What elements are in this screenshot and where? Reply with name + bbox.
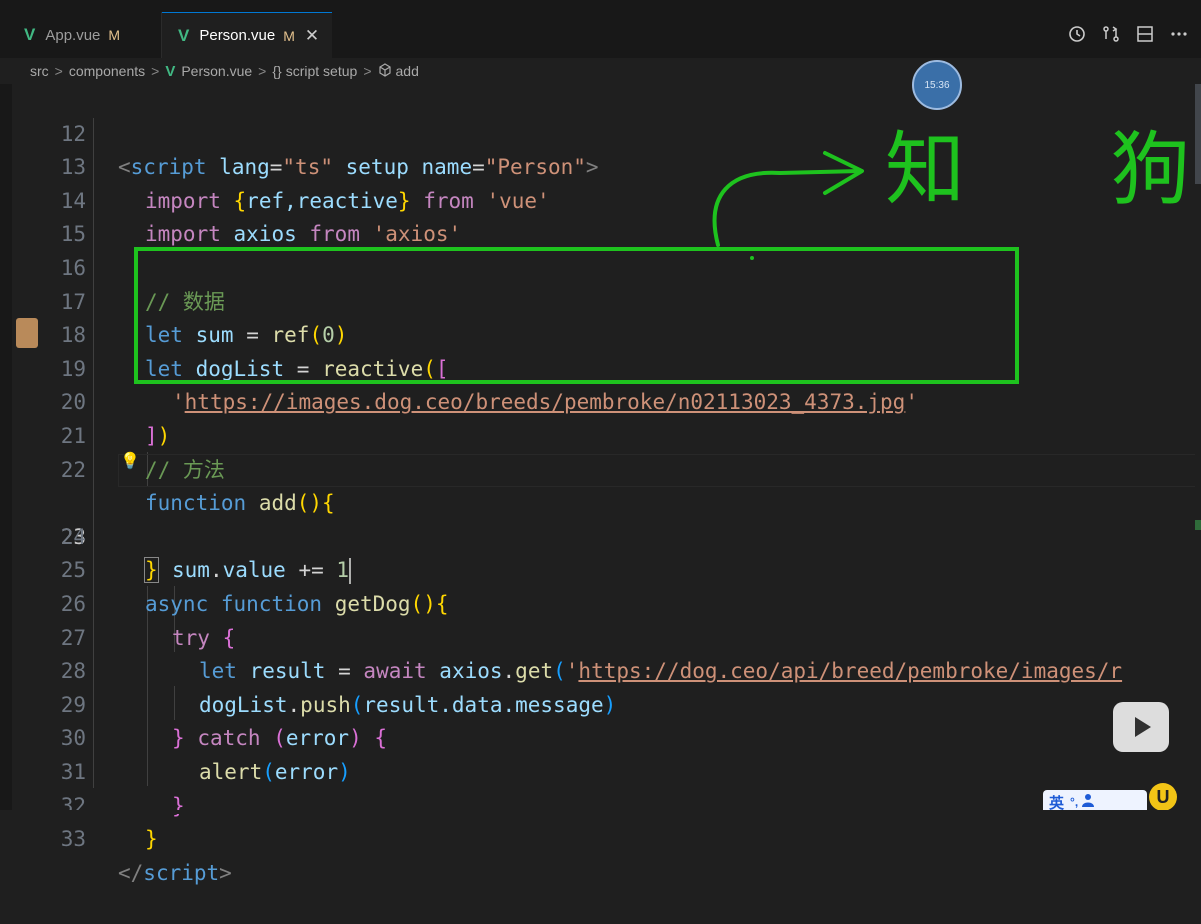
tab-label: Person.vue <box>199 27 276 44</box>
user-icon[interactable] <box>1082 793 1095 811</box>
more-icon[interactable] <box>1169 24 1189 44</box>
current-line-highlight <box>118 453 1198 487</box>
close-icon[interactable]: ✕ <box>305 26 319 46</box>
lightbulb-icon[interactable]: 💡 <box>120 451 140 471</box>
code-line-current: 23 sum.value += 1 <box>0 453 1201 585</box>
breadcrumb-separator: > <box>151 63 160 79</box>
vue-file-icon: V <box>165 62 176 80</box>
code-line: 32 } <box>0 756 1201 852</box>
editor-tab-bar: V App.vue M V Person.vue M ✕ <box>0 12 1201 59</box>
vue-file-icon: V <box>178 25 190 45</box>
floating-clock-widget[interactable]: 15:36 <box>912 60 962 110</box>
cube-icon <box>378 62 392 80</box>
code-line: 24 } <box>0 487 1201 584</box>
annotation-highlight-box <box>134 247 1019 384</box>
breadcrumb-separator: > <box>363 63 372 79</box>
breadcrumb-item-file[interactable]: Person.vue <box>181 63 252 79</box>
code-line: 28 dogList.push(result.data.message) <box>0 622 1201 717</box>
breadcrumb-item-src[interactable]: src <box>30 63 49 79</box>
code-line: 22 function add(){ <box>0 420 1201 516</box>
status-bar <box>0 810 1201 814</box>
line-number: 33 <box>60 827 86 852</box>
code-line: 27 let result = await axios.get('https:/… <box>0 588 1201 684</box>
line-content: </script> <box>118 860 232 885</box>
editor-actions <box>1067 24 1189 44</box>
breadcrumb-item-script-setup[interactable]: script setup <box>286 63 358 79</box>
compare-changes-icon[interactable] <box>1101 24 1121 44</box>
braces-icon: {} <box>272 63 282 79</box>
code-line: 29 } catch (error) { <box>0 655 1201 751</box>
vue-file-icon: V <box>24 25 36 44</box>
code-line: 30 alert(error) <box>0 689 1201 784</box>
video-play-button[interactable] <box>1113 702 1169 752</box>
ime-punctuation[interactable]: °, <box>1070 795 1078 809</box>
breadcrumb-item-components[interactable]: components <box>69 63 145 79</box>
image-preview-thumbnail <box>16 318 38 348</box>
play-icon <box>1135 717 1151 737</box>
code-line: 26 try { <box>0 554 1201 650</box>
tab-app-vue[interactable]: V App.vue M <box>12 12 162 58</box>
code-line: 12 <script lang="ts" setup name="Person"… <box>0 84 1201 180</box>
window-title-bar <box>0 0 1201 12</box>
breadcrumb-item-add[interactable]: add <box>396 63 419 79</box>
modified-badge: M <box>283 27 295 44</box>
ime-logo[interactable]: U <box>1149 783 1177 811</box>
breadcrumb-separator: > <box>258 63 267 79</box>
handwritten-text: 知 狗 <box>885 123 1190 216</box>
code-line: 31 } <box>0 722 1201 818</box>
code-line: 33 </script> <box>0 790 1201 885</box>
tab-person-vue[interactable]: V Person.vue M ✕ <box>162 12 332 58</box>
line-content: } <box>145 827 158 852</box>
code-line: 25 async function getDog(){ <box>0 521 1201 616</box>
modified-badge: M <box>108 27 121 43</box>
breadcrumb: src > components > V Person.vue > {} scr… <box>0 58 1201 84</box>
history-icon[interactable] <box>1067 24 1087 44</box>
code-line: 21 // 方法 <box>0 386 1201 482</box>
breadcrumb-separator: > <box>54 63 63 79</box>
tab-label: App.vue <box>45 26 101 44</box>
scrollbar-marker <box>1195 520 1201 530</box>
split-editor-icon[interactable] <box>1135 24 1155 44</box>
